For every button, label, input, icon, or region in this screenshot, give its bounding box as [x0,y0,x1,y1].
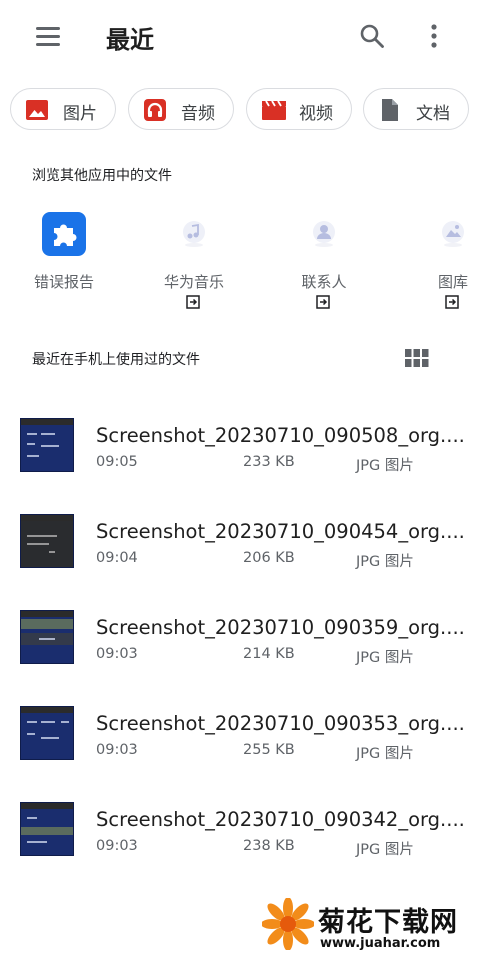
app-label: 联系人 [301,273,347,291]
file-row[interactable]: Screenshot_20230710_090508_org.... 09:05… [0,400,480,490]
clapperboard-icon [261,98,286,122]
app-bug-report[interactable]: 错误报告 [9,208,119,318]
puzzle-icon [42,212,86,256]
apps-row: 错误报告 华为音乐 联系人 图库 [0,208,480,318]
file-thumbnail [20,706,74,760]
file-name: Screenshot_20230710_090508_org.... [96,424,465,447]
file-name: Screenshot_20230710_090454_org.... [96,520,465,543]
search-icon[interactable] [358,22,386,50]
file-size: 233 KB [243,454,295,470]
app-label: 华为音乐 [163,273,224,291]
app-bar: 最近 [0,0,480,72]
file-thumbnail [20,514,74,568]
chip-images[interactable]: 图片 [10,88,116,130]
file-thumbnail [20,610,74,664]
browse-section-title: 浏览其他应用中的文件 [32,168,172,184]
app-gallery[interactable]: 图库 [398,208,480,318]
app-label: 错误报告 [33,273,94,291]
file-thumbnail [20,418,74,472]
file-type: JPG 图片 [356,746,414,762]
file-time: 09:03 [96,838,138,854]
image-icon [25,98,49,122]
chip-label: 音频 [181,104,215,124]
open-external-icon [186,294,200,309]
file-size: 255 KB [243,742,295,758]
chip-documents[interactable]: 文档 [363,88,469,130]
file-row[interactable]: Screenshot_20230710_090353_org.... 09:03… [0,688,480,778]
category-chips: 图片 音频 视频 文档 [10,88,480,130]
file-size: 206 KB [243,550,295,566]
chip-label: 视频 [299,104,333,124]
watermark-text: 菊花下载网 [318,907,458,938]
recent-section-title: 最近在手机上使用过的文件 [32,352,200,368]
open-external-icon [316,294,330,309]
watermark: 菊花下载网 www.juahar.com [261,897,480,954]
file-size: 214 KB [243,646,295,662]
more-vert-icon[interactable] [422,22,446,50]
document-icon [378,98,402,122]
file-row[interactable]: Screenshot_20230710_090454_org.... 09:04… [0,496,480,586]
chip-audio[interactable]: 音频 [128,88,234,130]
file-type: JPG 图片 [356,650,414,666]
file-type: JPG 图片 [356,842,414,858]
hamburger-menu-icon[interactable] [34,24,62,48]
grid-view-icon[interactable] [405,348,429,368]
file-name: Screenshot_20230710_090342_org.... [96,808,465,831]
file-time: 09:03 [96,646,138,662]
open-external-icon [445,294,459,309]
file-time: 09:04 [96,550,138,566]
file-row[interactable]: Screenshot_20230710_090359_org.... 09:03… [0,592,480,682]
gallery-app-icon [431,212,475,256]
flower-logo-icon [261,897,315,951]
page-title: 最近 [106,26,154,54]
app-huawei-music[interactable]: 华为音乐 [139,208,249,318]
file-row[interactable]: Screenshot_20230710_090342_org.... 09:03… [0,784,480,874]
chip-label: 图片 [63,104,97,124]
file-name: Screenshot_20230710_090359_org.... [96,616,465,639]
file-time: 09:05 [96,454,138,470]
file-type: JPG 图片 [356,554,414,570]
chip-video[interactable]: 视频 [246,88,352,130]
file-thumbnail [20,802,74,856]
contacts-app-icon [302,212,346,256]
chip-label: 文档 [416,104,450,124]
app-contacts[interactable]: 联系人 [269,208,379,318]
headphones-icon [143,98,167,122]
file-time: 09:03 [96,742,138,758]
watermark-url: www.juahar.com [320,936,441,951]
app-label: 图库 [437,273,468,291]
file-name: Screenshot_20230710_090353_org.... [96,712,465,735]
music-app-icon [172,212,216,256]
file-type: JPG 图片 [356,458,414,474]
file-size: 238 KB [243,838,295,854]
